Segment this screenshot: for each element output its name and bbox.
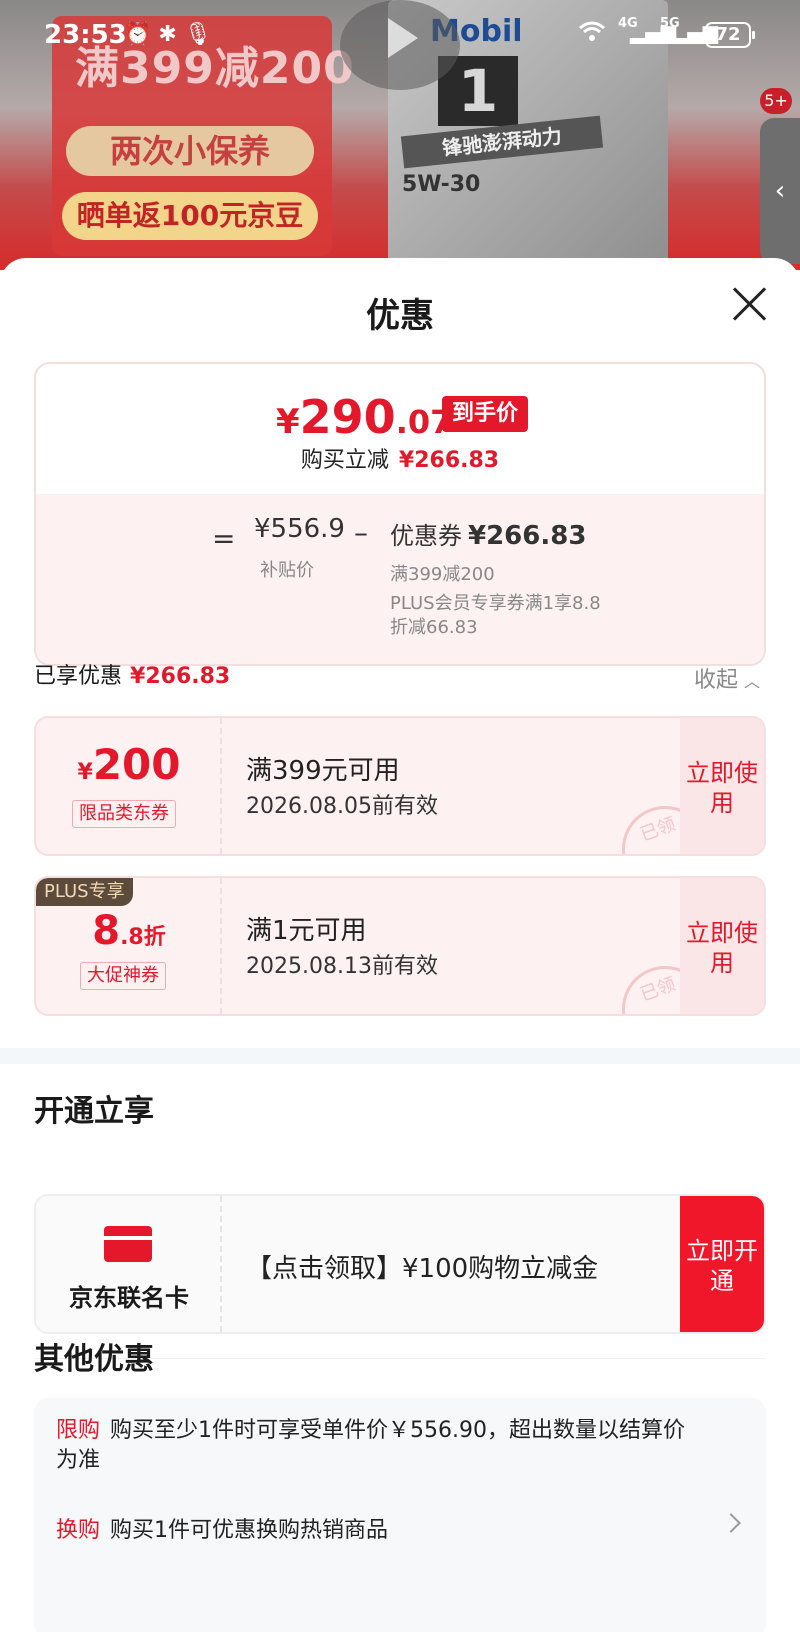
plus-exclusive-tag: PLUS专享: [36, 878, 133, 906]
minus-sign: –: [354, 516, 368, 549]
other-section-title: 其他优惠: [34, 1342, 154, 1377]
coupon-total-amount: ¥266.83: [468, 521, 587, 551]
coupon-discount: 8.8折: [36, 908, 222, 954]
coupon-card: ¥200 限品类东券 满399元可用 2026.08.05前有效 已领 立即使用: [34, 716, 766, 856]
promo-subline: 两次小保养: [66, 126, 314, 176]
price-breakdown-card: ¥290.07 到手价 购买立减 ¥266.83 = ¥556.9 补贴价 – 优…: [34, 362, 766, 666]
use-now-button[interactable]: 立即使用: [680, 718, 764, 854]
coupon-amount-value: 200: [92, 740, 181, 789]
use-now-button[interactable]: 立即使用: [680, 878, 764, 1014]
discount-sheet: 优惠 ¥290.07 到手价 购买立减 ¥266.83 = ¥556.9 补贴价 …: [0, 258, 800, 1632]
product-banner[interactable]: 满399减200 两次小保养 晒单返100元京豆 Mobil 1 锋驰澎湃动力 …: [0, 0, 800, 270]
status-time: 23:53: [44, 20, 127, 50]
direct-cut-label: 购买立减: [300, 448, 389, 473]
coupon-condition: 满1元可用: [246, 916, 367, 946]
other-offer-text: 购买1件可优惠换购热销商品: [110, 1518, 389, 1543]
coupon-value-area: PLUS专享 8.8折 大促神券: [36, 878, 222, 1014]
coupon-card: PLUS专享 8.8折 大促神券 满1元可用 2025.08.13前有效 已领 …: [34, 876, 766, 1016]
base-price-label: 补贴价: [260, 560, 314, 581]
cobrand-card-area: 京东联名卡: [36, 1196, 222, 1332]
price-formula: = ¥556.9 补贴价 – 优惠券 ¥266.83 满399减200 PLUS会…: [36, 494, 764, 664]
enjoyed-label: 已享优惠: [34, 664, 123, 689]
open-section-title: 开通立享: [34, 1094, 154, 1129]
coupon-amount: ¥200: [36, 740, 222, 789]
coupon-type: 大促神券: [80, 962, 166, 990]
coupon-total-label: 优惠券: [390, 522, 462, 550]
cobrand-card-name: 京东联名卡: [69, 1284, 189, 1312]
other-offer-tag: 限购: [56, 1418, 101, 1443]
image-count-badge: 5+: [760, 88, 792, 114]
other-offers-box: 限购 购买至少1件时可享受单件价￥556.90，超出数量以结算价为准 换购 购买1件…: [34, 1398, 766, 1632]
coupon-validity: 2026.08.05前有效: [246, 794, 438, 819]
coupon-total: 优惠券 ¥266.83: [390, 516, 586, 551]
close-icon[interactable]: [728, 282, 772, 326]
coupon-type: 限品类东券: [72, 800, 176, 828]
final-price-tag: 到手价: [442, 396, 529, 432]
chevron-right-icon[interactable]: [721, 1513, 741, 1533]
other-offer-item[interactable]: 换购 购买1件可优惠换购热销商品: [56, 1516, 696, 1546]
status-alarm-bt-mic-icons: ⏰ ✱ 🎙: [124, 22, 212, 47]
coupon-detail-1: 满399减200: [390, 564, 495, 585]
price-summary: ¥290.07 到手价 购买立减 ¥266.83: [36, 364, 764, 494]
other-offer-tag: 换购: [56, 1518, 101, 1543]
cobrand-card-offer[interactable]: 京东联名卡 【点击领取】¥100购物立减金 立即开通: [34, 1194, 766, 1334]
battery-indicator: 72: [705, 22, 755, 48]
coupon-validity: 2025.08.13前有效: [246, 954, 438, 979]
enjoyed-value: ¥266.83: [130, 664, 231, 689]
coupon-condition: 满399元可用: [246, 756, 400, 786]
coupon-value-area: ¥200 限品类东券: [36, 718, 222, 854]
chevron-up-icon: ︿: [744, 672, 761, 691]
coupon-amount-symbol: ¥: [77, 760, 93, 785]
coupon-discount-int: 8: [92, 908, 121, 954]
equals-sign: =: [212, 522, 236, 555]
promo-rebate: 晒单返100元京豆: [62, 192, 318, 240]
section-divider: [0, 1048, 800, 1064]
final-price-integer: 290: [299, 390, 396, 444]
coupon-discount-dec: .8折: [120, 925, 166, 950]
direct-cut-row: 购买立减 ¥266.83: [36, 442, 764, 474]
open-now-button[interactable]: 立即开通: [680, 1196, 764, 1332]
base-price: ¥556.9: [254, 514, 345, 544]
collapse-button[interactable]: 收起 ︿: [694, 662, 760, 694]
final-price: ¥290.07: [276, 390, 452, 444]
side-expand-tab[interactable]: ‹: [760, 118, 800, 264]
direct-cut-value: ¥266.83: [398, 448, 500, 473]
sheet-title: 优惠: [366, 296, 434, 336]
cobrand-offer-text: 【点击领取】¥100购物立减金: [246, 1254, 599, 1284]
credit-card-icon: [104, 1226, 152, 1262]
collapse-label: 收起: [694, 668, 739, 693]
status-bar: 23:53 ⏰ ✱ 🎙 4G ▂▄▆ 5G ▂▄▆ 72: [0, 14, 800, 54]
product-grade: 5W-30: [402, 172, 481, 197]
other-offer-item: 限购 购买至少1件时可享受单件价￥556.90，超出数量以结算价为准: [56, 1416, 696, 1476]
wifi-icon: [578, 20, 606, 48]
enjoyed-discount: 已享优惠 ¥266.83: [34, 658, 230, 690]
final-price-symbol: ¥: [276, 402, 300, 442]
coupon-detail-2: PLUS会员专享券满1享8.8折减66.83: [390, 593, 601, 638]
other-offer-text: 购买至少1件时可享受单件价￥556.90，超出数量以结算价为准: [56, 1418, 685, 1473]
